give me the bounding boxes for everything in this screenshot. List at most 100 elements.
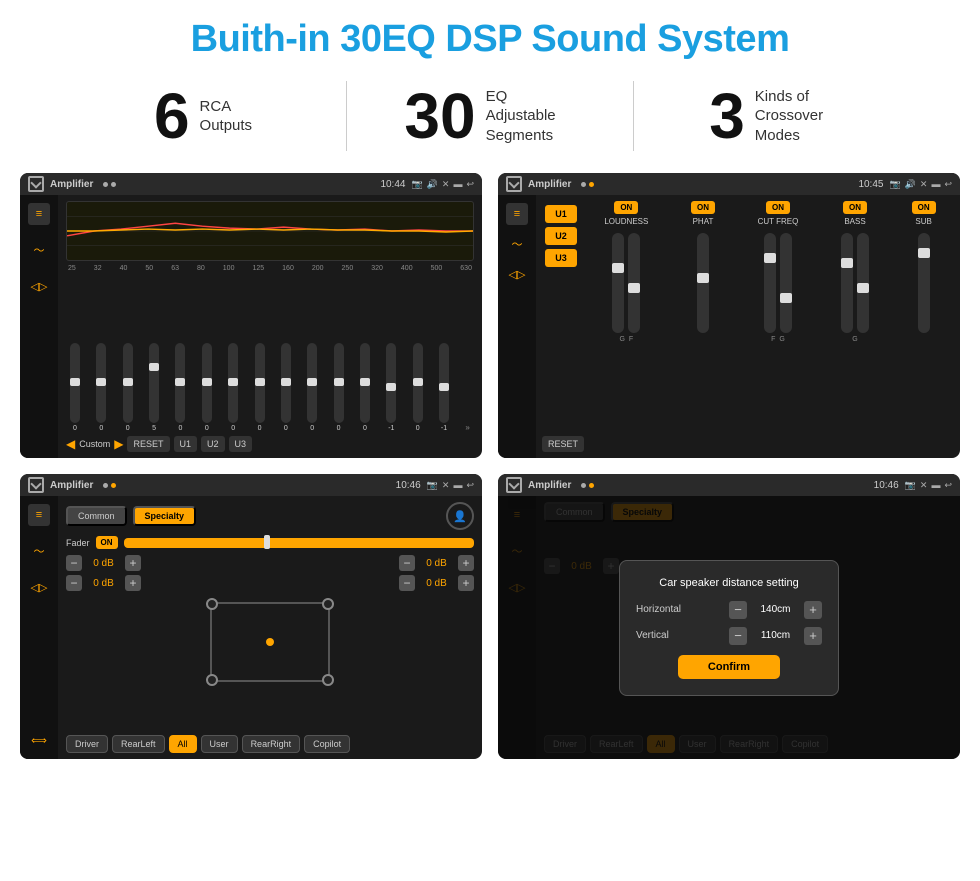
dialog-vert-minus[interactable]: − (729, 627, 747, 645)
eq-labels: 25 32 40 50 63 80 100 125 160 200 250 32… (66, 265, 474, 272)
sidebar-wave-icon-2[interactable]: 〜 (506, 233, 528, 255)
fader-tabs: Common Specialty 👤 (66, 502, 474, 530)
dialog-title: Car speaker distance setting (636, 577, 822, 589)
preset-u3-btn[interactable]: U3 (545, 249, 577, 267)
db-minus-2[interactable]: − (399, 555, 415, 571)
sidebar-expand-icon-3[interactable]: ⟺ (28, 729, 50, 751)
btn-all[interactable]: All (169, 735, 197, 753)
home-icon-2[interactable] (506, 176, 522, 192)
ch-slider-1a[interactable] (697, 233, 709, 333)
speaker-tl[interactable] (206, 598, 218, 610)
ch-slider-0a[interactable] (612, 233, 624, 333)
speaker-br[interactable] (322, 674, 334, 686)
eq-slider-7[interactable]: 0 (255, 343, 265, 432)
eq-slider-14[interactable]: -1 (439, 343, 449, 432)
ch-slider-3a[interactable] (841, 233, 853, 333)
crossover-main: U1 U2 U3 ON LOUDNESS (536, 195, 960, 458)
eq-u3-btn[interactable]: U3 (229, 436, 253, 452)
eq-slider-6[interactable]: 0 (228, 343, 238, 432)
sidebar-eq-icon-3[interactable]: ≡ (28, 504, 50, 526)
preset-u1-btn[interactable]: U1 (545, 205, 577, 223)
sidebar-wave-icon[interactable]: 〜 (28, 239, 50, 261)
eq-slider-9[interactable]: 0 (307, 343, 317, 432)
btn-rearright[interactable]: RearRight (242, 735, 301, 753)
home-icon-4[interactable] (506, 477, 522, 493)
fader-tab-common[interactable]: Common (66, 506, 127, 526)
sidebar-vol-icon-3[interactable]: ◁▷ (28, 576, 50, 598)
db-minus-0[interactable]: − (66, 555, 82, 571)
eq-main: 25 32 40 50 63 80 100 125 160 200 250 32… (58, 195, 482, 458)
fader-person-icon[interactable]: 👤 (446, 502, 474, 530)
ch-toggle-0[interactable]: ON (614, 201, 638, 214)
eq-slider-8[interactable]: 0 (281, 343, 291, 432)
eq-label-10: 250 (342, 265, 354, 272)
fader-tab-specialty[interactable]: Specialty (133, 506, 197, 526)
ch-slider-2a[interactable] (764, 233, 776, 333)
eq-slider-10[interactable]: 0 (334, 343, 344, 432)
btn-copilot[interactable]: Copilot (304, 735, 350, 753)
fader-thumb[interactable] (264, 535, 270, 549)
speaker-tr[interactable] (322, 598, 334, 610)
eq-slider-3[interactable]: 5 (149, 343, 159, 432)
sidebar-vol-icon[interactable]: ◁▷ (28, 275, 50, 297)
fader-track[interactable] (124, 538, 474, 548)
eq-next-btn[interactable]: ▶ (114, 437, 123, 451)
eq-val-2: 0 (126, 425, 130, 432)
eq-slider-2[interactable]: 0 (123, 343, 133, 432)
crossover-reset-btn[interactable]: RESET (542, 436, 584, 452)
sidebar-eq-icon-2[interactable]: ≡ (506, 203, 528, 225)
eq-label-11: 320 (371, 265, 383, 272)
db-plus-2[interactable]: + (458, 555, 474, 571)
eq-slider-11[interactable]: 0 (360, 343, 370, 432)
dialog-vert-plus[interactable]: + (804, 627, 822, 645)
eq-arrows[interactable]: » (465, 423, 469, 432)
sidebar-eq-icon[interactable]: ≡ (28, 203, 50, 225)
db-minus-3[interactable]: − (399, 575, 415, 591)
car-outline (210, 602, 330, 682)
fader-toggle[interactable]: ON (96, 536, 118, 549)
dialog-horiz-plus[interactable]: + (804, 601, 822, 619)
eq-label-4: 63 (171, 265, 179, 272)
eq-slider-1[interactable]: 0 (96, 343, 106, 432)
dialog-horiz-value: 140cm (753, 604, 798, 615)
db-minus-1[interactable]: − (66, 575, 82, 591)
eq-slider-13[interactable]: 0 (413, 343, 423, 432)
db-plus-3[interactable]: + (458, 575, 474, 591)
eq-slider-5[interactable]: 0 (202, 343, 212, 432)
db-plus-0[interactable]: + (125, 555, 141, 571)
speaker-bl[interactable] (206, 674, 218, 686)
db-plus-1[interactable]: + (125, 575, 141, 591)
dialog-horiz-minus[interactable]: − (729, 601, 747, 619)
eq-slider-12[interactable]: -1 (386, 343, 396, 432)
eq-slider-4[interactable]: 0 (175, 343, 185, 432)
btn-rearleft[interactable]: RearLeft (112, 735, 165, 753)
eq-val-12: -1 (388, 425, 394, 432)
eq-label-9: 200 (312, 265, 324, 272)
eq-slider-0[interactable]: 0 (70, 343, 80, 432)
ch-toggle-4[interactable]: ON (912, 201, 936, 214)
eq-u2-btn[interactable]: U2 (201, 436, 225, 452)
eq-val-10: 0 (337, 425, 341, 432)
ch-toggle-1[interactable]: ON (691, 201, 715, 214)
sidebar-vol-icon-2[interactable]: ◁▷ (506, 263, 528, 285)
home-icon-1[interactable] (28, 176, 44, 192)
eq-prev-btn[interactable]: ◀ (66, 437, 75, 451)
ch-toggle-3[interactable]: ON (843, 201, 867, 214)
ch-slider-2b[interactable] (780, 233, 792, 333)
ch-slider-3b[interactable] (857, 233, 869, 333)
preset-u2-btn[interactable]: U2 (545, 227, 577, 245)
home-icon-3[interactable] (28, 477, 44, 493)
btn-user[interactable]: User (201, 735, 238, 753)
stat-eq: 30 EQ Adjustable Segments (347, 84, 633, 148)
confirm-button[interactable]: Confirm (678, 655, 780, 679)
ch-slider-4a[interactable] (918, 233, 930, 333)
dialog-horizontal-label: Horizontal (636, 604, 723, 615)
sidebar-wave-icon-3[interactable]: 〜 (28, 540, 50, 562)
eq-u1-btn[interactable]: U1 (174, 436, 198, 452)
ch-name-4: SUB (915, 217, 931, 226)
eq-reset-btn[interactable]: RESET (127, 436, 169, 452)
fader-label: Fader (66, 538, 90, 548)
ch-slider-0b[interactable] (628, 233, 640, 333)
btn-driver[interactable]: Driver (66, 735, 108, 753)
ch-toggle-2[interactable]: ON (766, 201, 790, 214)
